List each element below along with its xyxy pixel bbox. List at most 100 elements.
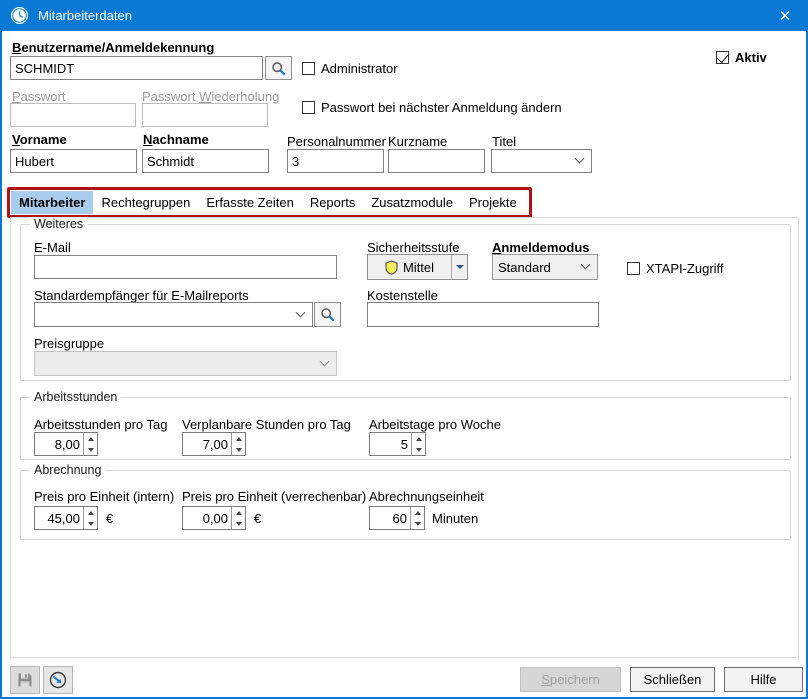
group-arbeitsstunden-title: Arbeitsstunden: [30, 390, 121, 404]
preis-intern-label: Preis pro Einheit (intern): [34, 489, 174, 504]
benutzername-label: Benutzername/Anmeldekennung: [12, 40, 214, 55]
window-title: Mitarbeiterdaten: [38, 8, 132, 23]
xtapi-checkbox-box[interactable]: [627, 262, 640, 275]
spin-up-icon[interactable]: [412, 433, 425, 444]
passwort-aendern-label: Passwort bei nächster Anmeldung ändern: [321, 100, 562, 115]
abrechnungseinheit-spinner[interactable]: 60: [369, 506, 425, 530]
chevron-down-icon: [581, 260, 591, 270]
spin-down-icon[interactable]: [84, 518, 97, 529]
passwort-input[interactable]: [10, 103, 136, 127]
administrator-checkbox[interactable]: Administrator: [302, 61, 398, 76]
app-clock-icon: [10, 6, 29, 25]
administrator-label: Administrator: [321, 61, 398, 76]
passwort-label: Passwort: [12, 89, 65, 104]
vorname-input[interactable]: [10, 149, 137, 173]
kurzname-input[interactable]: [388, 149, 485, 173]
passwort-wiederholung-input[interactable]: [142, 103, 268, 127]
mitarbeiterdaten-dialog: Mitarbeiterdaten ✕ Benutzername/Anmeldek…: [0, 0, 808, 699]
anmeldemodus-select[interactable]: Standard: [492, 254, 598, 280]
aktiv-checkbox-box[interactable]: [716, 51, 729, 64]
nachname-label: Nachname: [143, 132, 209, 147]
arbeitstage-pro-woche-spinner[interactable]: 5: [369, 432, 426, 456]
sicherheitsstufe-value: Mittel: [403, 260, 434, 275]
tab-reports[interactable]: Reports: [302, 191, 364, 214]
abrechnungseinheit-label: Abrechnungseinheit: [369, 489, 484, 504]
spin-down-icon[interactable]: [412, 444, 425, 455]
spin-down-icon[interactable]: [411, 518, 424, 529]
aktiv-checkbox[interactable]: Aktiv: [716, 50, 767, 65]
preis-verrechenbar-unit: €: [254, 511, 261, 526]
titel-label: Titel: [492, 134, 516, 149]
standardempfaenger-search-button[interactable]: [314, 302, 341, 327]
spin-up-icon[interactable]: [232, 433, 245, 444]
personalnummer-label: Personalnummer: [287, 134, 386, 149]
tab-erfasste-zeiten[interactable]: Erfasste Zeiten: [198, 191, 301, 214]
tabstrip-annotation-box: Mitarbeiter Rechtegruppen Erfasste Zeite…: [7, 187, 532, 218]
sicherheitsstufe-dropdown-arrow[interactable]: [451, 255, 467, 279]
hilfe-button[interactable]: Hilfe: [724, 667, 803, 692]
tab-zusatzmodule[interactable]: Zusatzmodule: [363, 191, 461, 214]
tab-projekte[interactable]: Projekte: [461, 191, 525, 214]
passwort-wiederholung-label: Passwort Wiederholung: [142, 89, 279, 104]
vorname-label: Vorname: [12, 132, 67, 147]
benutzername-search-button[interactable]: [265, 56, 292, 80]
speichern-button[interactable]: Speichern: [520, 667, 621, 692]
spin-up-icon[interactable]: [84, 507, 97, 518]
tab-rechtegruppen[interactable]: Rechtegruppen: [93, 191, 198, 214]
preis-intern-spinner[interactable]: 45,00: [34, 506, 98, 530]
xtapi-label: XTAPI-Zugriff: [646, 261, 724, 276]
standardempfaenger-label: Standardempfänger für E-Mailreports: [34, 288, 249, 303]
kostenstelle-input[interactable]: [367, 302, 599, 327]
preis-verrechenbar-spinner[interactable]: 0,00: [182, 506, 246, 530]
close-icon[interactable]: ✕: [768, 0, 802, 31]
verplanbare-stunden-label: Verplanbare Stunden pro Tag: [182, 417, 351, 432]
revert-icon-button[interactable]: [43, 666, 73, 694]
tab-mitarbeiter[interactable]: Mitarbeiter: [11, 191, 93, 214]
email-label: E-Mail: [34, 240, 71, 255]
kostenstelle-label: Kostenstelle: [367, 288, 438, 303]
group-weiteres-title: Weiteres: [30, 217, 87, 231]
personalnummer-input[interactable]: [287, 149, 384, 173]
spin-up-icon[interactable]: [411, 507, 424, 518]
title-bar: Mitarbeiterdaten ✕: [0, 0, 808, 31]
sicherheitsstufe-label: Sicherheitsstufe: [367, 240, 460, 255]
spin-down-icon[interactable]: [232, 518, 245, 529]
arbeitstage-pro-woche-label: Arbeitstage pro Woche: [369, 417, 501, 432]
abrechnungseinheit-unit: Minuten: [432, 511, 478, 526]
schliessen-button[interactable]: Schließen: [630, 667, 715, 692]
administrator-checkbox-box[interactable]: [302, 62, 315, 75]
preisgruppe-label: Preisgruppe: [34, 336, 104, 351]
passwort-aendern-checkbox[interactable]: Passwort bei nächster Anmeldung ändern: [302, 100, 562, 115]
aktiv-label: Aktiv: [735, 50, 767, 65]
preis-intern-unit: €: [106, 511, 113, 526]
preisgruppe-select[interactable]: [34, 351, 337, 376]
spin-up-icon[interactable]: [84, 433, 97, 444]
spin-down-icon[interactable]: [232, 444, 245, 455]
search-icon: [320, 307, 335, 322]
nachname-input[interactable]: [142, 149, 269, 173]
shield-icon: [385, 260, 398, 275]
arbeitsstunden-pro-tag-spinner[interactable]: 8,00: [34, 432, 98, 456]
verplanbare-stunden-spinner[interactable]: 7,00: [182, 432, 246, 456]
standardempfaenger-select[interactable]: [34, 302, 313, 327]
chevron-down-icon: [296, 307, 306, 317]
chevron-down-icon: [320, 356, 330, 366]
kurzname-label: Kurzname: [388, 134, 447, 149]
circular-arrow-icon: [49, 671, 67, 689]
save-icon-button[interactable]: [10, 666, 40, 694]
passwort-aendern-checkbox-box[interactable]: [302, 101, 315, 114]
dropdown-triangle-icon: [456, 265, 464, 269]
preis-verrechenbar-label: Preis pro Einheit (verrechenbar): [182, 489, 366, 504]
titel-select[interactable]: [491, 149, 592, 173]
group-abrechnung-title: Abrechnung: [30, 463, 105, 477]
email-input[interactable]: [34, 255, 337, 279]
search-icon: [271, 61, 286, 76]
anmeldemodus-label: Anmeldemodus: [492, 240, 590, 255]
sicherheitsstufe-splitbutton[interactable]: Mittel: [367, 254, 468, 280]
xtapi-checkbox[interactable]: XTAPI-Zugriff: [627, 261, 724, 276]
arbeitsstunden-pro-tag-label: Arbeitsstunden pro Tag: [34, 417, 167, 432]
spin-down-icon[interactable]: [84, 444, 97, 455]
benutzername-input[interactable]: [10, 56, 263, 80]
spin-up-icon[interactable]: [232, 507, 245, 518]
chevron-down-icon: [575, 154, 585, 164]
